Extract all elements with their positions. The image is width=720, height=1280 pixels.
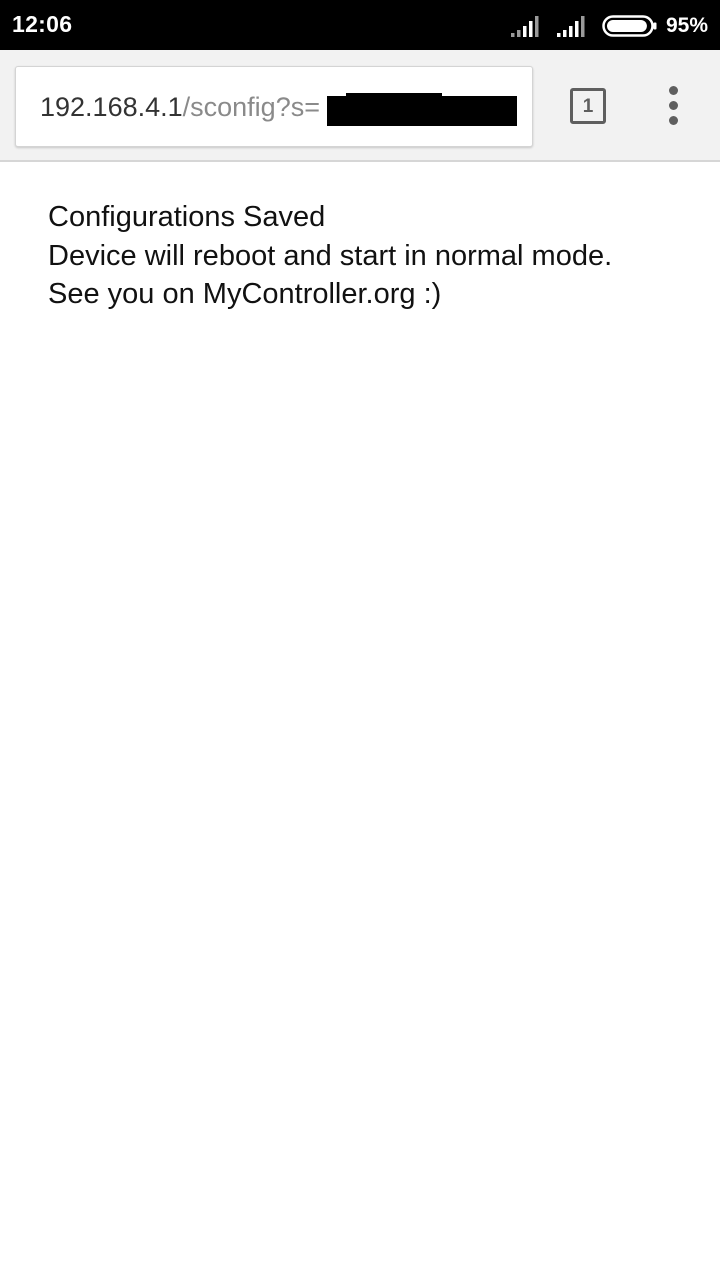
url-path: /sconfig?s= [182,92,320,122]
menu-dot [669,116,678,125]
redaction-block [327,96,517,126]
status-bar: 12:06 95% [0,0,720,50]
page-content: Configurations Saved Device will reboot … [48,198,708,314]
signal-icon [510,16,539,37]
status-time: 12:06 [12,11,73,37]
url-host: 192.168.4.1 [40,92,183,122]
tab-switcher-button[interactable]: 1 [570,88,606,124]
battery-percent: 95% [665,14,708,37]
farewell-message: See you on MyController.org :) [48,278,442,310]
url-text[interactable]: 192.168.4.1/sconfig?s= [40,91,320,123]
status-heading: Configurations Saved [48,201,326,233]
status-icons: 95% [510,12,708,40]
tab-count: 1 [582,95,594,117]
menu-dot [669,86,678,95]
redaction-block [346,93,442,99]
address-bar[interactable]: 192.168.4.1/sconfig?s= [15,66,533,147]
overflow-menu-icon[interactable] [658,84,690,128]
battery-fill [606,20,647,32]
reboot-message: Device will reboot and start in normal m… [48,239,613,272]
signal-icon [556,16,585,37]
menu-dot [669,101,678,110]
browser-toolbar: 192.168.4.1/sconfig?s= 1 [0,50,720,162]
battery-icon [602,15,657,37]
